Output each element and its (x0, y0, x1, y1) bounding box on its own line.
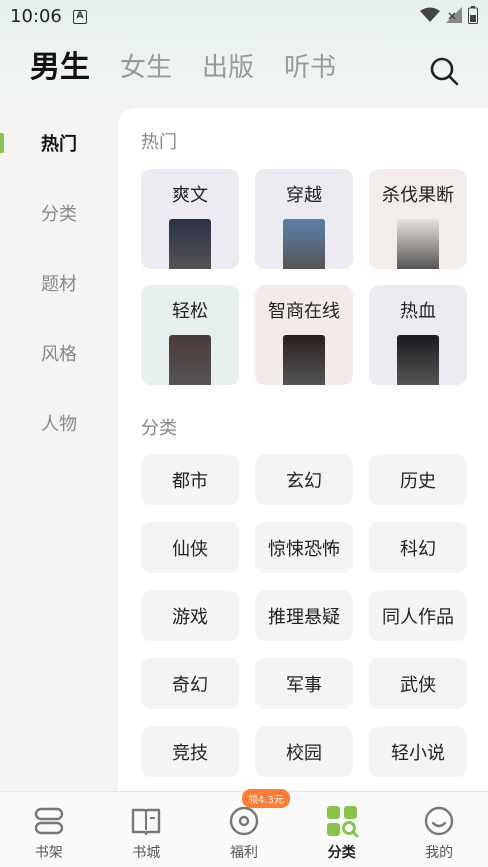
bottom-tab-label: 我的 (425, 845, 454, 861)
bottom-tab-label: 分类 (327, 845, 356, 861)
tab-audiobook[interactable]: 听书 (284, 50, 336, 86)
category-section-title: 分类 (141, 418, 177, 439)
profile-icon (424, 806, 454, 836)
hot-section-title: 热门 (141, 132, 177, 153)
hot-card-label: 杀伐果断 (382, 185, 454, 206)
book-cover-image (283, 335, 325, 385)
tab-female[interactable]: 女生 (120, 50, 172, 86)
category-chip[interactable]: 军事 (255, 658, 353, 709)
wifi-icon (420, 7, 440, 22)
hot-card[interactable]: 智商在线 (255, 285, 353, 385)
status-icons (420, 6, 478, 24)
category-chip[interactable]: 惊悚恐怖 (255, 522, 353, 573)
battery-icon (468, 6, 478, 24)
welfare-icon (229, 806, 259, 836)
hot-card-label: 智商在线 (268, 301, 340, 322)
category-chip[interactable]: 仙侠 (141, 522, 239, 573)
side-nav-label: 题材 (41, 274, 77, 295)
bottom-tab-bookshelf[interactable]: 书架 (0, 792, 98, 867)
book-cover-image (283, 219, 325, 269)
hot-card-label: 热血 (400, 301, 436, 322)
category-chip[interactable]: 竞技 (141, 726, 239, 777)
category-chip[interactable]: 武侠 (369, 658, 467, 709)
hot-card[interactable]: 热血 (369, 285, 467, 385)
category-icon (326, 806, 359, 838)
signal-icon (446, 7, 462, 23)
category-chip[interactable]: 校园 (255, 726, 353, 777)
book-cover-image (397, 219, 439, 269)
bookshelf-icon (34, 807, 63, 835)
book-cover-image (169, 335, 211, 385)
hot-card[interactable]: 杀伐果断 (369, 169, 467, 269)
hot-card[interactable]: 爽文 (141, 169, 239, 269)
hot-card-label: 爽文 (172, 185, 208, 206)
side-nav-theme[interactable]: 题材 (0, 248, 118, 318)
hot-card-label: 轻松 (172, 301, 208, 322)
book-cover-image (169, 219, 211, 269)
bottom-tab-category[interactable]: 分类 (293, 792, 391, 867)
book-cover-image (397, 335, 439, 385)
tab-publish[interactable]: 出版 (202, 50, 254, 86)
side-nav-hot[interactable]: 热门 (0, 108, 118, 178)
category-chip[interactable]: 推理悬疑 (255, 590, 353, 641)
hot-card[interactable]: 轻松 (141, 285, 239, 385)
category-side-nav: 热门 分类 题材 风格 人物 (0, 108, 118, 458)
category-chip[interactable]: 奇幻 (141, 658, 239, 709)
category-chip[interactable]: 同人作品 (369, 590, 467, 641)
bottom-tab-welfare[interactable]: 领4.3元 福利 (195, 789, 293, 867)
status-bar: 10:06 A (0, 0, 488, 34)
category-chip[interactable]: 都市 (141, 454, 239, 505)
hot-grid: 爽文 穿越 杀伐果断 轻松 智商在线 热血 (141, 169, 467, 385)
side-nav-style[interactable]: 风格 (0, 318, 118, 388)
side-nav-character[interactable]: 人物 (0, 388, 118, 458)
content-panel: 热门 爽文 穿越 杀伐果断 轻松 智商在线 热血 分类 都市 玄幻 历史 仙侠 … (118, 108, 488, 798)
category-chip[interactable]: 历史 (369, 454, 467, 505)
bottom-tab-profile[interactable]: 我的 (390, 792, 488, 867)
bottom-tab-label: 福利 (229, 845, 258, 861)
bottom-tab-bookcity[interactable]: 书城 (98, 792, 196, 867)
side-nav-label: 热门 (41, 134, 77, 155)
side-nav-classification[interactable]: 分类 (0, 178, 118, 248)
bottom-tab-label: 书城 (132, 845, 161, 861)
category-chip[interactable]: 玄幻 (255, 454, 353, 505)
side-nav-label: 风格 (41, 344, 77, 365)
book-city-icon (132, 808, 161, 836)
hot-card-label: 穿越 (286, 185, 322, 206)
side-nav-label: 分类 (41, 204, 77, 225)
category-grid: 都市 玄幻 历史 仙侠 惊悚恐怖 科幻 游戏 推理悬疑 同人作品 奇幻 军事 武… (141, 454, 467, 777)
active-indicator (0, 133, 4, 153)
hot-card[interactable]: 穿越 (255, 169, 353, 269)
reward-badge: 领4.3元 (241, 789, 290, 808)
bottom-tab-bar: 书架 书城 领4.3元 福利 分类 我的 (0, 789, 488, 867)
category-chip[interactable]: 游戏 (141, 590, 239, 641)
bottom-tab-label: 书架 (34, 845, 63, 861)
side-nav-label: 人物 (41, 414, 77, 435)
gender-tabs: 男生 女生 出版 听书 (30, 50, 336, 86)
status-time: 10:06 (10, 6, 62, 27)
app-notification-icon: A (73, 10, 87, 24)
tab-male[interactable]: 男生 (30, 50, 90, 86)
category-chip[interactable]: 轻小说 (369, 726, 467, 777)
search-icon[interactable] (428, 55, 460, 87)
category-chip[interactable]: 科幻 (369, 522, 467, 573)
